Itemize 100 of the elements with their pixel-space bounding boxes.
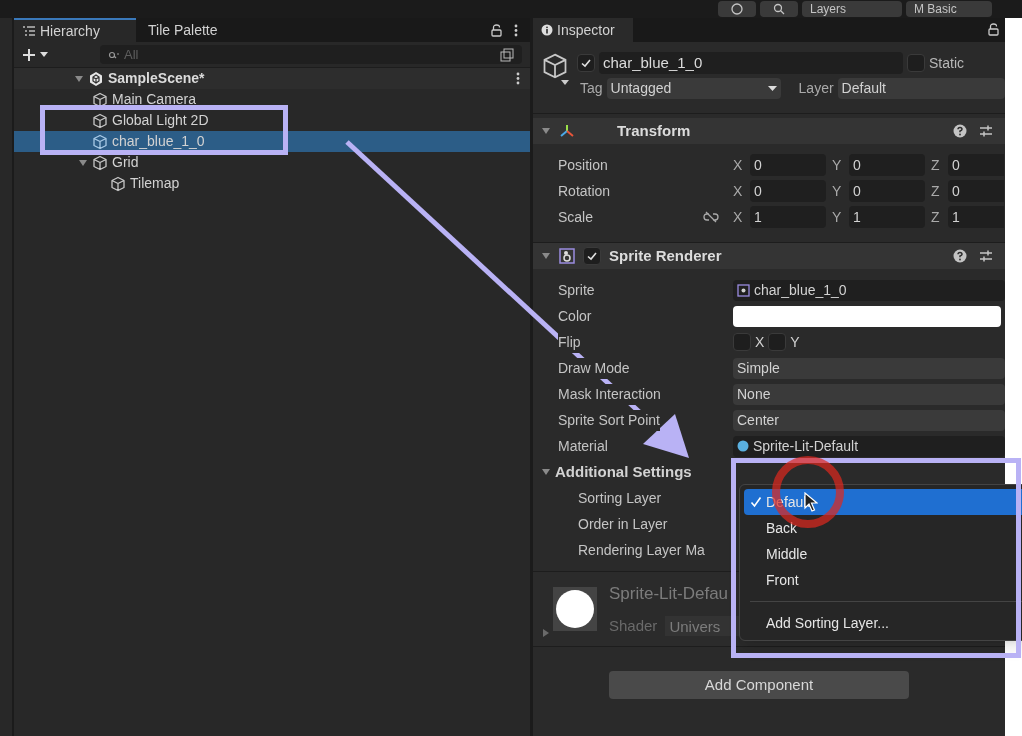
menu-item[interactable]: Middle <box>744 541 1022 567</box>
layer-dropdown[interactable]: Default <box>837 78 1005 99</box>
object-field[interactable]: Sprite-Lit-Default <box>733 435 1005 457</box>
axis-label: X <box>733 155 744 175</box>
layers-dropdown[interactable]: Layers <box>802 1 902 17</box>
hierarchy-item[interactable]: Tilemap <box>14 173 530 194</box>
property-label: Position <box>558 155 609 175</box>
expand-triangle-icon[interactable] <box>541 628 551 638</box>
menu-item[interactable]: Add Sorting Layer... <box>744 610 1022 636</box>
flip-checkbox[interactable] <box>733 333 751 351</box>
name-field[interactable]: char_blue_1_0 <box>599 52 903 74</box>
search-button[interactable] <box>760 1 798 17</box>
panel-tab[interactable]: Hierarchy <box>14 18 136 42</box>
settings-icon[interactable] <box>979 124 993 138</box>
expand-triangle-icon[interactable] <box>541 467 551 477</box>
caret-icon[interactable] <box>561 80 569 85</box>
axis-label: Z <box>931 207 941 227</box>
info-icon <box>541 24 553 36</box>
expand-triangle-icon[interactable] <box>74 73 84 84</box>
property-label: Scale <box>558 207 595 227</box>
plus-icon <box>22 47 36 62</box>
number-field[interactable]: 0 <box>750 154 826 176</box>
flip-label: X <box>755 332 765 352</box>
property-label: Mask Interaction <box>558 383 661 405</box>
number-field[interactable]: 1 <box>849 206 925 228</box>
sprite-renderer-icon <box>559 248 575 264</box>
hierarchy-item[interactable]: Global Light 2D <box>14 110 530 131</box>
caret-icon <box>40 51 48 58</box>
active-checkbox[interactable] <box>577 54 595 72</box>
property-label: Rendering Layer Ma <box>578 540 705 560</box>
flip-checkbox[interactable] <box>768 333 787 351</box>
sprite-icon <box>737 283 750 297</box>
panel-tab[interactable]: Tile Palette <box>136 18 230 42</box>
tag-dropdown[interactable]: Untagged <box>606 78 781 99</box>
property-label: Sorting Layer <box>578 488 662 508</box>
tag-label: Tag <box>580 79 603 98</box>
section-title: Additional Settings <box>555 461 692 482</box>
number-field[interactable]: 1 <box>750 206 826 228</box>
number-field[interactable]: 0 <box>849 154 925 176</box>
list-icon <box>22 25 36 37</box>
cube-icon <box>92 133 108 150</box>
expand-triangle-icon[interactable] <box>541 251 551 261</box>
axis-label: Y <box>832 207 843 227</box>
number-field[interactable]: 1 <box>948 206 1004 228</box>
menu-item[interactable]: Back <box>744 515 1022 541</box>
history-button[interactable] <box>718 1 756 17</box>
help-icon[interactable] <box>953 249 967 263</box>
dropdown[interactable]: None <box>733 383 1005 405</box>
expand-triangle-icon[interactable] <box>78 157 88 168</box>
settings-icon[interactable] <box>979 249 993 263</box>
scene-search-icon[interactable] <box>500 47 514 62</box>
kebab-menu-icon[interactable] <box>516 72 520 85</box>
search-icon <box>108 49 120 60</box>
dropdown[interactable]: Center <box>733 409 1005 431</box>
component-header[interactable]: Sprite Renderer <box>533 243 1005 269</box>
scene-header[interactable]: SampleScene* <box>14 68 530 89</box>
link-icon[interactable] <box>703 211 719 223</box>
property-label: Draw Mode <box>558 357 630 379</box>
hierarchy-item[interactable]: char_blue_1_0 <box>14 131 530 152</box>
axis-label: Y <box>832 181 843 201</box>
static-label: Static <box>929 53 964 73</box>
number-field[interactable]: 0 <box>849 180 925 202</box>
cube-icon <box>92 91 108 108</box>
enabled-checkbox[interactable] <box>583 247 601 265</box>
property-label: Order in Layer <box>578 514 668 534</box>
object-field[interactable]: char_blue_1_0 <box>733 279 1005 301</box>
hierarchy-item[interactable]: Main Camera <box>14 89 530 110</box>
color-swatch[interactable] <box>733 305 1001 327</box>
hierarchy-item[interactable]: Grid <box>14 152 530 173</box>
number-field[interactable]: 0 <box>948 154 1004 176</box>
number-field[interactable]: 0 <box>750 180 826 202</box>
transform-axes-icon <box>559 123 575 139</box>
caret-icon <box>767 86 777 91</box>
add-component-button[interactable]: Add Component <box>609 671 909 699</box>
static-checkbox[interactable] <box>907 54 925 72</box>
search-icon <box>773 3 785 15</box>
help-icon[interactable] <box>953 124 967 138</box>
checkmark-icon <box>586 250 598 262</box>
axis-label: Z <box>931 181 941 201</box>
unity-logo-icon <box>88 70 104 87</box>
property-label: Sprite Sort Point <box>558 409 660 431</box>
expand-triangle-icon[interactable] <box>541 126 551 136</box>
layout-dropdown[interactable]: M Basic <box>906 1 992 17</box>
shader-label: Shader <box>609 615 658 636</box>
lock-icon[interactable] <box>491 23 502 37</box>
cube-icon <box>92 154 108 171</box>
axis-label: Z <box>931 155 941 175</box>
property-label: Flip <box>558 331 581 353</box>
kebab-menu-icon[interactable] <box>514 23 518 37</box>
checkmark-icon <box>580 57 592 69</box>
number-field[interactable]: 0 <box>948 180 1004 202</box>
dropdown[interactable]: Simple <box>733 357 1005 379</box>
component-header[interactable]: Transform <box>533 118 1005 144</box>
panel-tab[interactable]: Inspector <box>533 18 633 42</box>
axis-label: Y <box>832 155 843 175</box>
axis-label: X <box>733 181 744 201</box>
menu-item[interactable]: Front <box>744 567 1022 593</box>
material-name: Sprite-Lit-Defau <box>609 583 730 605</box>
axis-label: X <box>733 207 744 227</box>
lock-icon[interactable] <box>988 23 999 36</box>
